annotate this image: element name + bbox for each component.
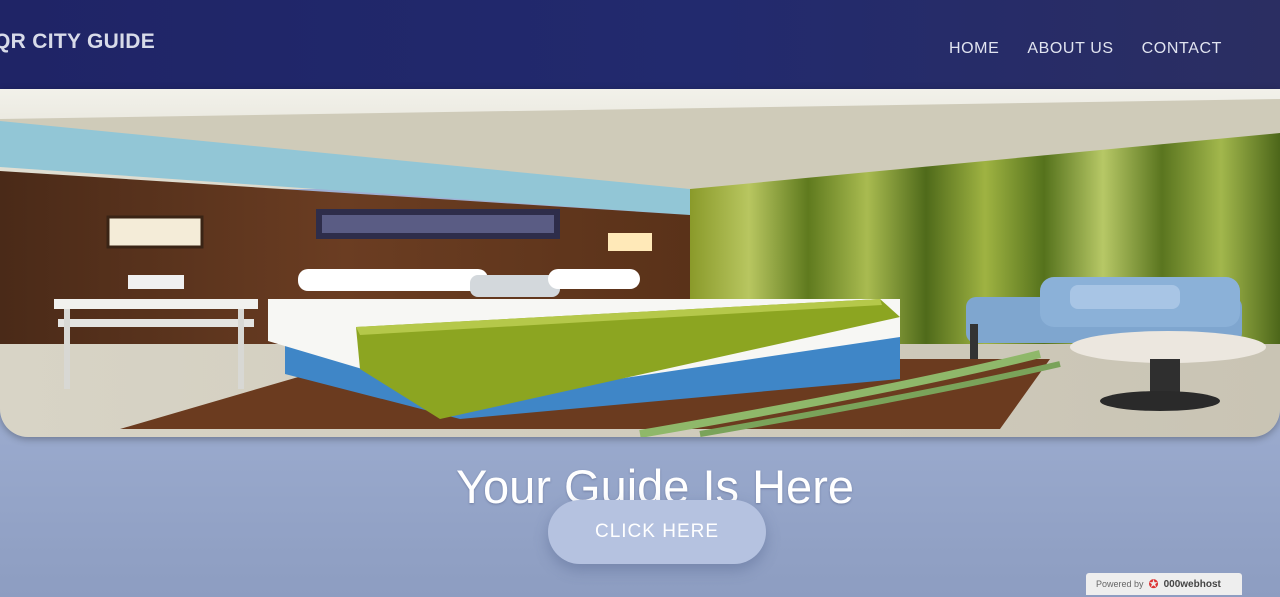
hotel-room-illustration	[0, 89, 1280, 437]
top-navbar: QR CITY GUIDE HOME ABOUT US CONTACT	[0, 0, 1280, 92]
nav-links: HOME ABOUT US CONTACT	[949, 40, 1222, 58]
nav-contact-link[interactable]: CONTACT	[1142, 40, 1222, 58]
powered-by-badge[interactable]: Powered by ✪ 000webhost	[1086, 573, 1242, 595]
site-brand[interactable]: QR CITY GUIDE	[0, 30, 155, 54]
nav-about-link[interactable]: ABOUT US	[1027, 40, 1113, 58]
click-here-button[interactable]: CLICK HERE	[548, 500, 766, 564]
powered-by-text: Powered by	[1096, 579, 1144, 589]
webhost-brand-text: 000webhost	[1163, 578, 1221, 590]
webhost-logo-icon: ✪	[1148, 577, 1159, 591]
nav-home-link[interactable]: HOME	[949, 40, 999, 58]
hero-image	[0, 89, 1280, 437]
